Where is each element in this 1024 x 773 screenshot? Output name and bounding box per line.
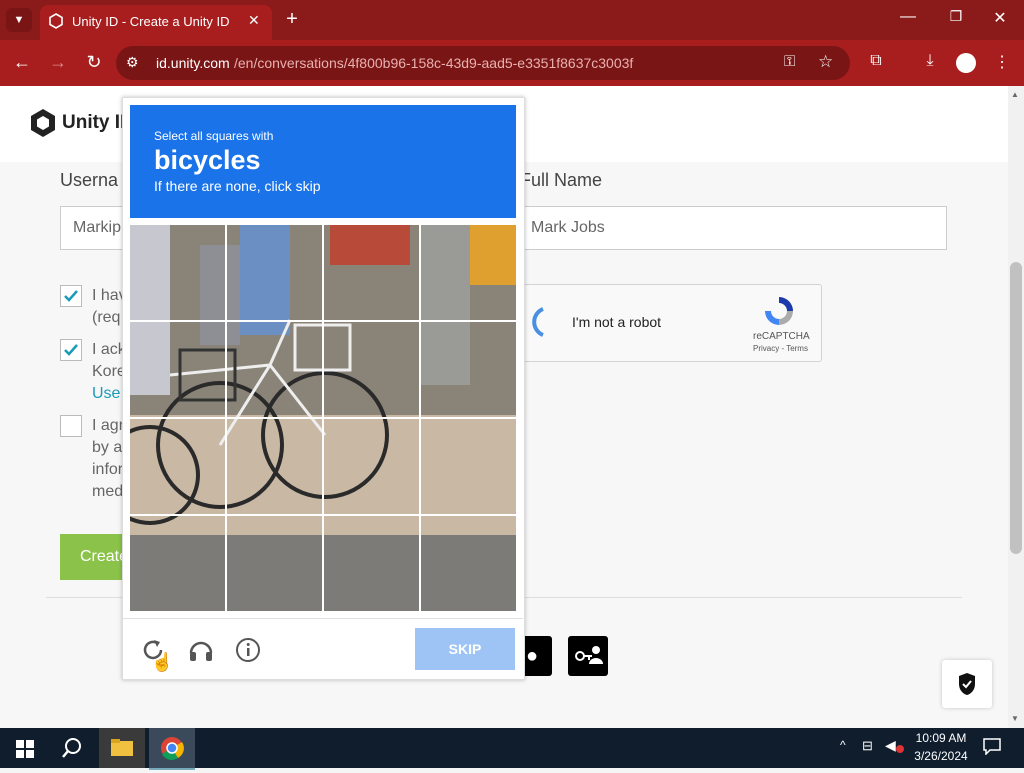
captcha-tile[interactable] — [227, 322, 321, 416]
terms-text-line-2: (req — [92, 309, 121, 326]
browser-tab[interactable]: Unity ID - Create a Unity ID ✕ — [40, 5, 272, 40]
marketing-text-line-2: by a — [92, 439, 123, 456]
bookmark-star-icon[interactable]: ☆ — [818, 52, 833, 72]
marketing-text-line-1: I agr — [92, 417, 125, 434]
taskbar-date[interactable]: 3/26/2024 — [910, 749, 972, 763]
scroll-up-arrow-icon[interactable]: ▲ — [1011, 90, 1019, 99]
site-info-icon[interactable]: ⚙ — [126, 54, 139, 71]
chrome-taskbar-button[interactable] — [149, 728, 195, 770]
url-path: /en/conversations/4f800b96-158c-43d9-aad… — [234, 55, 634, 71]
profile-avatar-icon[interactable] — [956, 53, 976, 73]
username-label: Userna — [60, 170, 119, 190]
mouse-pointer-icon: ☝ — [151, 652, 174, 672]
unity-logo-icon — [30, 108, 56, 138]
terms-checkbox[interactable] — [60, 285, 82, 307]
marketing-text-line-4: med — [92, 483, 124, 500]
address-bar[interactable]: ⚙ id.unity.com /en/conversations/4f800b9… — [116, 46, 850, 80]
back-icon[interactable]: ← — [12, 52, 32, 73]
taskbar-search-icon[interactable] — [60, 736, 84, 760]
captcha-tile[interactable] — [421, 419, 515, 513]
new-tab-icon[interactable]: + — [282, 8, 302, 31]
recaptcha-label[interactable]: I'm not a robot — [572, 314, 661, 330]
captcha-info-icon[interactable] — [235, 637, 261, 663]
marketing-text: I agr by a infor med — [92, 415, 124, 503]
captcha-tile[interactable] — [227, 419, 321, 513]
privacy-checkbox[interactable] — [60, 339, 82, 361]
privacy-text-line-1: I ack — [92, 341, 126, 358]
recaptcha-logo-icon — [763, 295, 795, 327]
url-host: id.unity.com — [156, 55, 230, 71]
captcha-tile[interactable] — [227, 516, 321, 610]
volume-error-badge — [896, 745, 904, 753]
recaptcha-widget: I'm not a robot reCAPTCHA Privacy - Term… — [518, 284, 822, 362]
restore-icon[interactable]: ❐ — [946, 8, 966, 25]
captcha-tile[interactable] — [130, 225, 224, 319]
volume-muted-icon[interactable]: ◀ — [885, 737, 896, 754]
captcha-tile[interactable] — [130, 516, 224, 610]
recaptcha-spinner-icon — [523, 305, 549, 339]
security-shield-icon[interactable] — [942, 660, 992, 708]
tab-close-icon[interactable]: ✕ — [248, 12, 260, 29]
captcha-tile[interactable] — [324, 322, 418, 416]
captcha-tile[interactable] — [130, 419, 224, 513]
privacy-text: I ack Kore Use — [92, 339, 126, 405]
captcha-tile[interactable] — [421, 322, 515, 416]
captcha-target-word: bicycles — [154, 145, 261, 175]
fullname-input[interactable]: Mark Jobs — [518, 206, 947, 250]
notifications-icon[interactable] — [982, 737, 1002, 756]
captcha-instruction: Select all squares with — [154, 129, 274, 143]
tab-search-button[interactable]: ▼ — [6, 8, 32, 32]
captcha-skip-button[interactable]: SKIP — [415, 628, 515, 670]
sso-login-icon[interactable] — [568, 636, 608, 676]
captcha-tile[interactable] — [421, 516, 515, 610]
reload-icon[interactable]: ↻ — [84, 52, 104, 73]
windows-start-icon[interactable] — [16, 740, 34, 758]
tab-title: Unity ID - Create a Unity ID — [72, 14, 230, 29]
marketing-text-line-3: infor — [92, 461, 124, 478]
taskbar-time[interactable]: 10:09 AM — [910, 731, 972, 745]
menu-kebab-icon[interactable]: ⋮ — [992, 52, 1012, 72]
captcha-footer-divider — [123, 618, 523, 619]
marketing-checkbox[interactable] — [60, 415, 82, 437]
scrollbar-thumb[interactable] — [1010, 262, 1022, 554]
captcha-tile[interactable] — [227, 225, 321, 319]
privacy-text-line-2: Kore — [92, 363, 126, 380]
captcha-tile[interactable] — [324, 225, 418, 319]
captcha-tile[interactable] — [324, 419, 418, 513]
captcha-tile[interactable] — [130, 322, 224, 416]
forward-icon[interactable]: → — [48, 52, 68, 73]
privacy-link[interactable]: Use — [92, 385, 120, 402]
fullname-label: Full Name — [520, 170, 603, 190]
file-explorer-taskbar-button[interactable] — [99, 728, 145, 768]
minimize-icon[interactable]: — — [898, 8, 918, 26]
unity-favicon-icon — [48, 13, 64, 29]
network-icon[interactable]: ⊟ — [862, 738, 873, 754]
captcha-audio-icon[interactable] — [187, 637, 215, 663]
captcha-tile[interactable] — [324, 516, 418, 610]
close-window-icon[interactable]: ✕ — [990, 8, 1010, 28]
captcha-header: Select all squares with bicycles If ther… — [130, 105, 516, 218]
captcha-hint: If there are none, click skip — [154, 178, 321, 194]
tray-chevron-icon[interactable]: ^ — [840, 738, 846, 752]
captcha-image-grid — [130, 225, 516, 611]
recaptcha-privacy-terms[interactable]: Privacy - Terms — [753, 344, 808, 353]
password-key-icon[interactable]: ⚿ — [784, 53, 795, 70]
captcha-tile[interactable] — [421, 225, 515, 319]
download-icon[interactable]: ⤓ — [920, 52, 940, 70]
scroll-down-arrow-icon[interactable]: ▼ — [1011, 714, 1019, 723]
recaptcha-brand: reCAPTCHA — [753, 331, 810, 342]
extensions-icon[interactable]: ⧉ — [866, 52, 886, 70]
